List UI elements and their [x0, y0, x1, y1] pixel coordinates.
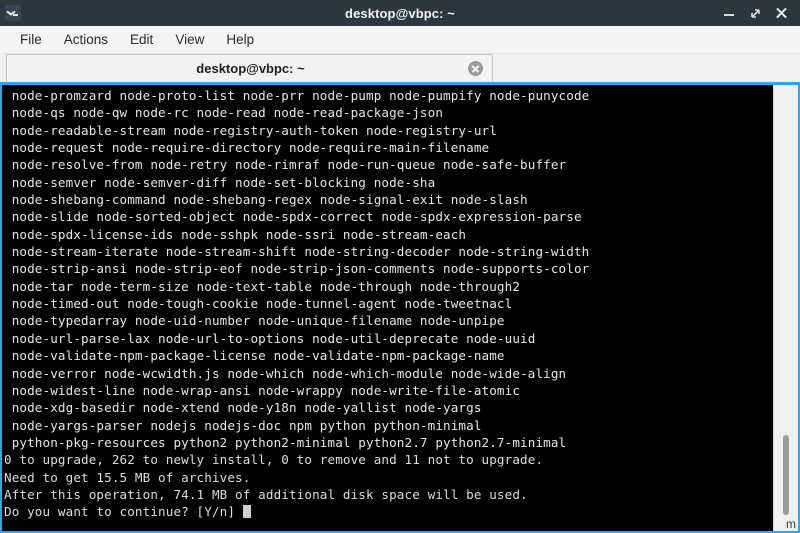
terminal-line: node-xdg-basedir node-xtend node-y18n no… [4, 400, 482, 416]
terminal-cursor [242, 505, 251, 519]
tab-close-icon[interactable] [468, 61, 483, 76]
menubar: File Actions Edit View Help [0, 26, 800, 54]
terminal-line: node-shebang-command node-shebang-regex … [4, 192, 528, 208]
terminal-output[interactable]: node-promzard node-proto-list node-prr n… [2, 85, 773, 531]
terminal-line: node-semver node-semver-diff node-set-bl… [4, 174, 436, 190]
window-title: desktop@vbpc: ~ [345, 5, 455, 21]
terminal-line: node-url-parse-lax node-url-to-options n… [4, 330, 536, 346]
terminal-line: node-stream-iterate node-stream-shift no… [4, 244, 590, 260]
terminal-scrollbar[interactable]: m [773, 85, 798, 531]
terminal-window: desktop@vbpc: ~ File Actions Edit View H… [0, 0, 800, 533]
terminal-line: node-yargs-parser nodejs nodejs-doc npm … [4, 417, 482, 433]
terminal-line: Do you want to continue? [Y/n] [2, 503, 773, 520]
terminal-line: node-widest-line node-wrap-ansi node-wra… [4, 382, 521, 398]
maximize-icon[interactable] [749, 7, 762, 20]
terminal-line: node-timed-out node-tough-cookie node-tu… [4, 296, 513, 312]
minimize-icon[interactable] [723, 7, 736, 20]
scrollbar-thumb[interactable] [783, 435, 789, 515]
terminal-line: After this operation, 74.1 MB of additio… [4, 486, 528, 502]
terminal-line: node-strip-ansi node-strip-eof node-stri… [4, 261, 590, 277]
terminal-line: python-pkg-resources python2 python2-min… [4, 434, 567, 450]
terminal-line: node-validate-npm-package-license node-v… [4, 348, 505, 364]
terminal-line: node-qs node-qw node-rc node-read node-r… [4, 105, 444, 121]
terminal-line: node-promzard node-proto-list node-prr n… [4, 88, 590, 103]
menu-item-help[interactable]: Help [215, 30, 265, 50]
tabbar: desktop@vbpc: ~ [0, 54, 800, 85]
terminal-line: node-tar node-term-size node-text-table … [4, 278, 521, 294]
terminal-line: node-readable-stream node-registry-auth-… [4, 122, 497, 138]
menu-item-actions[interactable]: Actions [53, 30, 119, 50]
menu-item-view[interactable]: View [164, 30, 215, 50]
terminal-line: 0 to upgrade, 262 to newly install, 0 to… [4, 452, 544, 468]
terminal-line: node-verror node-wcwidth.js node-which n… [4, 365, 567, 381]
terminal-line: node-resolve-from node-retry node-rimraf… [4, 157, 567, 173]
tab-label: desktop@vbpc: ~ [196, 61, 305, 76]
menu-item-edit[interactable]: Edit [119, 30, 164, 50]
menu-item-file[interactable]: File [9, 30, 53, 50]
window-controls [723, 7, 800, 20]
terminal-line: node-spdx-license-ids node-sshpk node-ss… [4, 226, 467, 242]
terminal-line: Need to get 15.5 MB of archives. [4, 469, 251, 485]
terminal-icon [5, 5, 21, 21]
close-icon[interactable] [775, 7, 788, 20]
terminal-line: node-slide node-sorted-object node-spdx-… [4, 209, 582, 225]
window-titlebar: desktop@vbpc: ~ [0, 0, 800, 26]
terminal-area: node-promzard node-proto-list node-prr n… [0, 85, 800, 533]
terminal-tab[interactable]: desktop@vbpc: ~ [6, 54, 493, 82]
watermark-text: m [786, 517, 796, 531]
terminal-line: node-request node-require-directory node… [4, 140, 490, 156]
terminal-line: node-typedarray node-uid-number node-uni… [4, 313, 505, 329]
